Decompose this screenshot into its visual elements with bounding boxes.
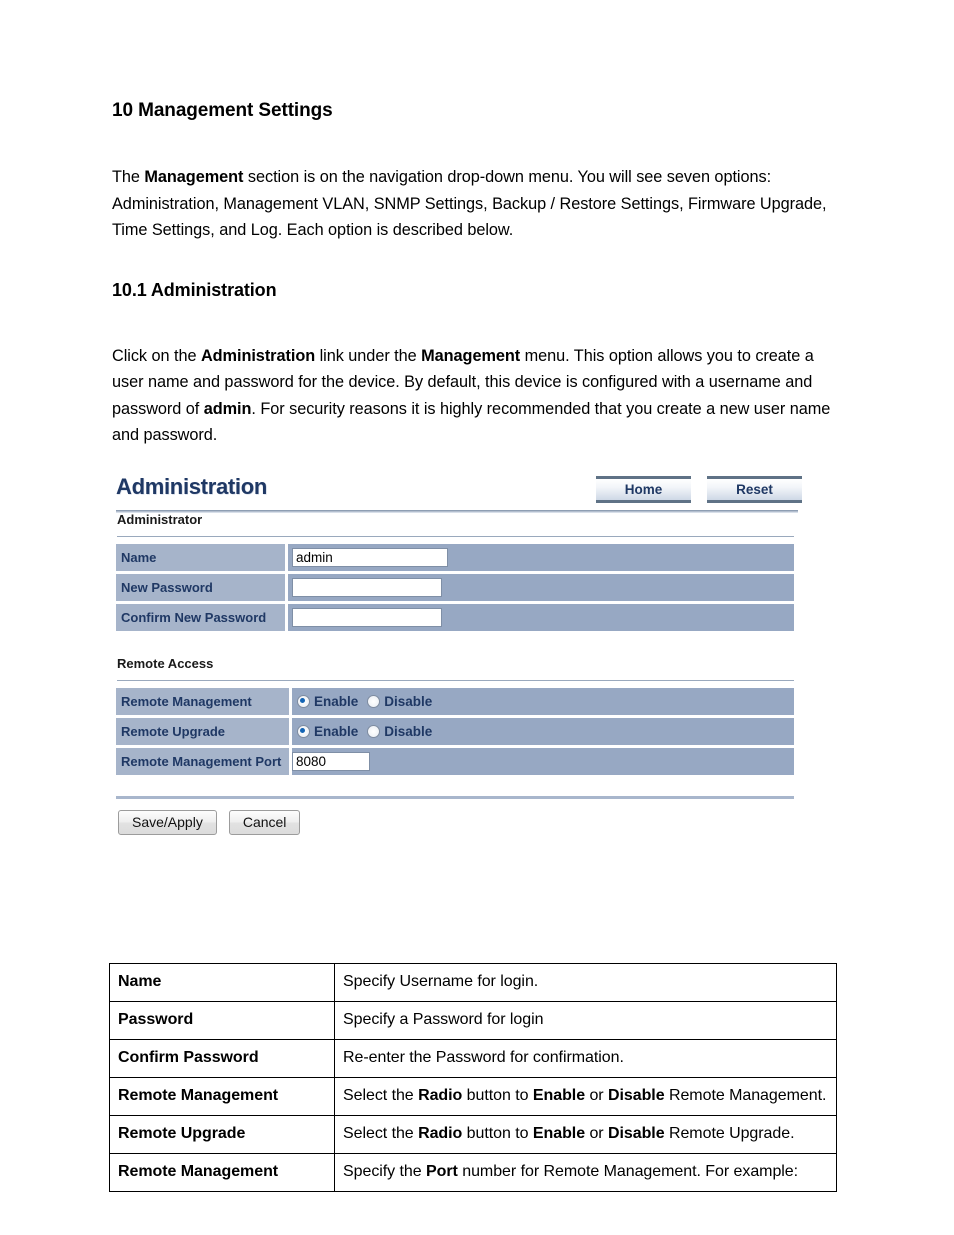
remote-management-disable-label: Disable — [384, 694, 433, 709]
table-row: Remote Upgrade Enable Disable — [116, 718, 794, 745]
remote-management-port-label: Remote Management Port — [116, 748, 292, 775]
page-title: 10 Management Settings — [112, 100, 333, 121]
confirm-new-password-label: Confirm New Password — [116, 604, 288, 631]
field-description-cell: Specify Username for login. — [334, 963, 837, 1002]
field-description-cell: Specify a Password for login — [334, 1001, 837, 1040]
remote-upgrade-enable-option[interactable]: Enable — [297, 724, 358, 739]
intro-seg-1: The — [112, 168, 145, 186]
remote-upgrade-value-cell: Enable Disable — [292, 718, 794, 745]
ui-page-title: Administration — [116, 474, 268, 499]
ui-header-buttons: Home Reset — [596, 476, 802, 503]
remote-upgrade-disable-label: Disable — [384, 724, 433, 739]
remote-access-section-label: Remote Access — [117, 656, 214, 671]
administrator-section-divider — [117, 536, 794, 537]
confirm-new-password-value-cell — [288, 604, 794, 631]
save-apply-button[interactable]: Save/Apply — [118, 810, 217, 835]
ui-header: Administration Home Reset — [112, 470, 802, 513]
table-row: New Password — [116, 574, 794, 601]
field-description-table: Name Specify Username for login. Password S… — [109, 963, 837, 1192]
confirm-new-password-input[interactable] — [292, 608, 442, 627]
title-divider — [116, 510, 798, 513]
radio-unselected-icon[interactable] — [367, 695, 381, 708]
name-input[interactable] — [292, 548, 448, 567]
field-description-cell: Re-enter the Password for confirmation. — [334, 1039, 837, 1078]
field-description-cell: Select the Radio button to Enable or Dis… — [334, 1077, 837, 1116]
radio-selected-icon[interactable] — [297, 725, 310, 738]
field-description-cell: Select the Radio button to Enable or Dis… — [334, 1115, 837, 1154]
remote-upgrade-enable-label: Enable — [314, 724, 359, 739]
remote-management-radio-group: Enable Disable — [292, 694, 432, 709]
table-row: Remote Management Port — [116, 748, 794, 775]
admin-bold-admin: admin — [203, 399, 252, 418]
remote-management-enable-label: Enable — [314, 694, 359, 709]
new-password-input[interactable] — [292, 578, 442, 597]
name-value-cell — [288, 544, 794, 571]
admin-bold-administration: Administration — [200, 346, 316, 365]
remote-access-section-divider — [117, 680, 794, 681]
remote-management-disable-option[interactable]: Disable — [367, 694, 432, 709]
radio-unselected-icon[interactable] — [367, 725, 381, 738]
remote-management-value-cell: Enable Disable — [292, 688, 794, 715]
action-buttons: Save/Apply Cancel — [118, 810, 802, 835]
table-row: Name — [116, 544, 794, 571]
field-description-table-body: Name Specify Username for login. Password S… — [109, 963, 837, 1192]
remote-management-enable-option[interactable]: Enable — [297, 694, 358, 709]
field-name-cell: Remote Upgrade — [109, 1115, 335, 1154]
administrator-section-label: Administrator — [117, 512, 203, 527]
remote-upgrade-label: Remote Upgrade — [116, 718, 292, 745]
table-row: Remote Management Select the Radio button… — [109, 1077, 837, 1116]
intro-bold-management: Management — [144, 168, 244, 186]
intro-paragraph: The Management section is on the navigat… — [112, 164, 838, 244]
administration-paragraph: Click on the Administration link under t… — [112, 343, 838, 449]
remote-management-port-value-cell — [292, 748, 794, 775]
field-name-cell: Confirm Password — [109, 1039, 335, 1078]
table-row: Password Specify a Password for login — [109, 1001, 837, 1040]
remote-upgrade-radio-group: Enable Disable — [292, 724, 432, 739]
table-row: Confirm New Password — [116, 604, 794, 631]
embedded-router-ui-screenshot: Administration Home Reset Administrator … — [112, 470, 802, 910]
radio-selected-icon[interactable] — [297, 695, 310, 708]
name-label: Name — [116, 544, 288, 571]
reset-button[interactable]: Reset — [707, 476, 802, 503]
field-description-cell: Specify the Port number for Remote Manag… — [334, 1153, 837, 1192]
table-row: Name Specify Username for login. — [109, 963, 837, 1002]
admin-seg-2: link under the — [315, 346, 422, 365]
remote-upgrade-disable-option[interactable]: Disable — [367, 724, 432, 739]
field-name-cell: Remote Management — [109, 1077, 335, 1116]
actions-divider — [116, 796, 794, 799]
table-row: Confirm Password Re-enter the Password fo… — [109, 1039, 837, 1078]
cancel-button[interactable]: Cancel — [228, 810, 301, 835]
section-subtitle: 10.1 Administration — [112, 279, 277, 300]
field-name-cell: Name — [109, 963, 335, 1002]
remote-management-port-input[interactable] — [292, 752, 370, 771]
table-row: Remote Management Specify the Port number… — [109, 1153, 837, 1192]
document-page: 10 Management Settings The Management se… — [0, 0, 954, 1235]
field-name-cell: Password — [109, 1001, 335, 1040]
table-row: Remote Management Enable Disable — [116, 688, 794, 715]
admin-bold-management: Management — [421, 346, 521, 365]
table-row: Remote Upgrade Select the Radio button to… — [109, 1115, 837, 1154]
admin-seg-1: Click on the — [112, 346, 201, 365]
remote-management-label: Remote Management — [116, 688, 292, 715]
document-body: 10 Management Settings The Management se… — [112, 100, 838, 449]
home-button[interactable]: Home — [596, 476, 691, 503]
new-password-label: New Password — [116, 574, 288, 601]
field-name-cell: Remote Management — [109, 1153, 335, 1192]
new-password-value-cell — [288, 574, 794, 601]
